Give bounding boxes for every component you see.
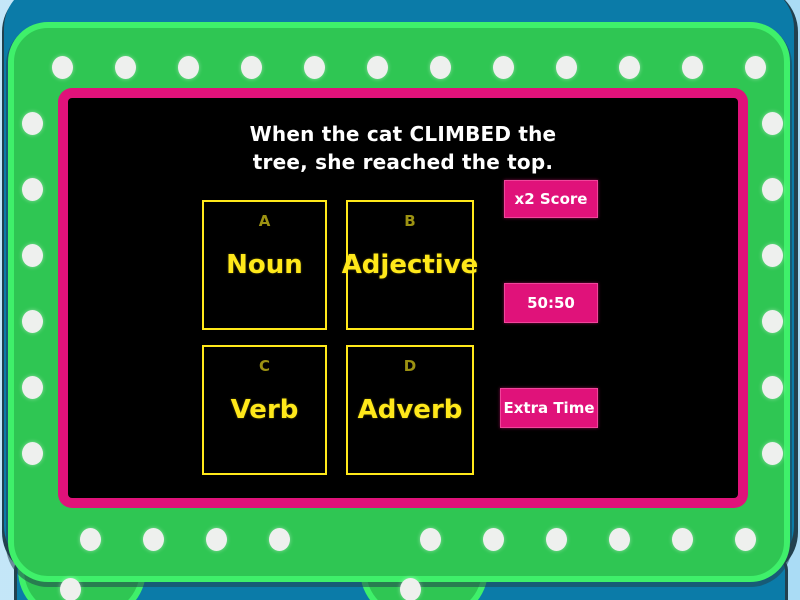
answer-option-b-label: Adjective xyxy=(341,250,479,280)
marquee-bulb-right-21 xyxy=(762,310,783,333)
marquee-bulb-right-19 xyxy=(762,178,783,201)
marquee-bulb-bottom-right-33 xyxy=(735,528,756,551)
marquee-bulb-right-18 xyxy=(762,112,783,135)
marquee-bulb-right-20 xyxy=(762,244,783,267)
marquee-bulb-top-1 xyxy=(115,56,136,79)
marquee-bulb-bottom-right-32 xyxy=(672,528,693,551)
answer-option-b[interactable]: B Adjective xyxy=(341,200,479,330)
question-line-1: When the cat CLIMBED the xyxy=(249,122,557,146)
marquee-bulb-top-5 xyxy=(367,56,388,79)
marquee-bulb-bottom-left-25 xyxy=(143,528,164,551)
game-stage: When the cat CLIMBED the tree, she reach… xyxy=(0,0,800,600)
marquee-bulb-top-11 xyxy=(745,56,766,79)
question-text: When the cat CLIMBED the tree, she reach… xyxy=(178,120,628,176)
marquee-bulb-left-15 xyxy=(22,310,43,333)
powerup-fifty-fifty[interactable]: 50:50 xyxy=(504,283,598,323)
marquee-bulb-bottom-left-24 xyxy=(80,528,101,551)
marquee-bulb-bottom-right-31 xyxy=(609,528,630,551)
marquee-bulb-right-22 xyxy=(762,376,783,399)
answer-option-c[interactable]: C Verb xyxy=(202,345,327,475)
powerup-x2-score[interactable]: x2 Score xyxy=(504,180,598,218)
marquee-bulb-leg-left-34 xyxy=(60,578,81,600)
answer-option-d[interactable]: D Adverb xyxy=(346,345,474,475)
answer-option-a[interactable]: A Noun xyxy=(202,200,327,330)
marquee-bulb-top-10 xyxy=(682,56,703,79)
marquee-bulb-left-14 xyxy=(22,244,43,267)
answer-option-c-label: Verb xyxy=(230,395,299,425)
marquee-bulb-top-6 xyxy=(430,56,451,79)
marquee-bulb-bottom-left-26 xyxy=(206,528,227,551)
answer-option-a-label: Noun xyxy=(226,250,303,280)
marquee-bulb-top-3 xyxy=(241,56,262,79)
marquee-bulb-leg-right-35 xyxy=(400,578,421,600)
marquee-bulb-right-23 xyxy=(762,442,783,465)
marquee-bulb-left-12 xyxy=(22,112,43,135)
marquee-bulb-bottom-left-27 xyxy=(269,528,290,551)
marquee-bulb-top-0 xyxy=(52,56,73,79)
marquee-bulb-bottom-right-29 xyxy=(483,528,504,551)
marquee-bulb-left-13 xyxy=(22,178,43,201)
marquee-bulb-top-9 xyxy=(619,56,640,79)
marquee-bulb-top-2 xyxy=(178,56,199,79)
marquee-bulb-bottom-right-30 xyxy=(546,528,567,551)
marquee-bulb-top-4 xyxy=(304,56,325,79)
marquee-bulb-bottom-right-28 xyxy=(420,528,441,551)
answer-option-d-label: Adverb xyxy=(357,395,463,425)
marquee-bulb-top-8 xyxy=(556,56,577,79)
quiz-screen: When the cat CLIMBED the tree, she reach… xyxy=(68,98,738,498)
marquee-bulb-left-17 xyxy=(22,442,43,465)
question-line-2: tree, she reached the top. xyxy=(252,150,554,174)
marquee-bulb-top-7 xyxy=(493,56,514,79)
powerup-extra-time[interactable]: Extra Time xyxy=(500,388,598,428)
marquee-bulb-left-16 xyxy=(22,376,43,399)
